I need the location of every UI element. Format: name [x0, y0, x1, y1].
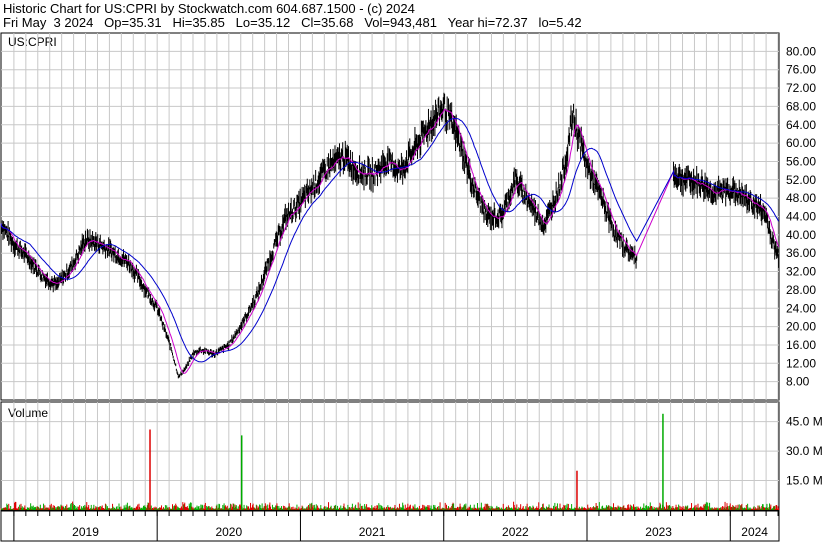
- volume-tick-label: 15.0 M: [786, 474, 823, 488]
- price-tick-label: 60.00: [786, 136, 816, 150]
- price-tick-label: 16.00: [786, 338, 816, 352]
- price-tick-label: 20.00: [786, 320, 816, 334]
- price-volume-chart: US:CPRI 80.0076.0072.0068.0064.0060.0056…: [0, 32, 823, 542]
- year-label: 2019: [72, 525, 99, 539]
- price-tick-label: 8.00: [786, 375, 810, 389]
- year-label: 2021: [359, 525, 386, 539]
- price-tick-label: 76.00: [786, 63, 816, 77]
- price-tick-label: 36.00: [786, 246, 816, 260]
- year-label: 2024: [741, 525, 768, 539]
- volume-tick-label: 45.0 M: [786, 415, 823, 429]
- price-tick-label: 24.00: [786, 301, 816, 315]
- price-tick-label: 56.00: [786, 154, 816, 168]
- price-tick-label: 40.00: [786, 228, 816, 242]
- year-label: 2022: [502, 525, 529, 539]
- price-tick-label: 28.00: [786, 283, 816, 297]
- price-tick-label: 12.00: [786, 356, 816, 370]
- price-tick-label: 68.00: [786, 99, 816, 113]
- price-tick-label: 72.00: [786, 81, 816, 95]
- price-tick-label: 64.00: [786, 118, 816, 132]
- year-label: 2023: [645, 525, 672, 539]
- price-tick-label: 52.00: [786, 173, 816, 187]
- price-tick-label: 48.00: [786, 191, 816, 205]
- year-label: 2020: [215, 525, 242, 539]
- volume-tick-label: 30.0 M: [786, 444, 823, 458]
- price-tick-label: 44.00: [786, 210, 816, 224]
- price-tick-label: 80.00: [786, 44, 816, 58]
- price-tick-label: 32.00: [786, 265, 816, 279]
